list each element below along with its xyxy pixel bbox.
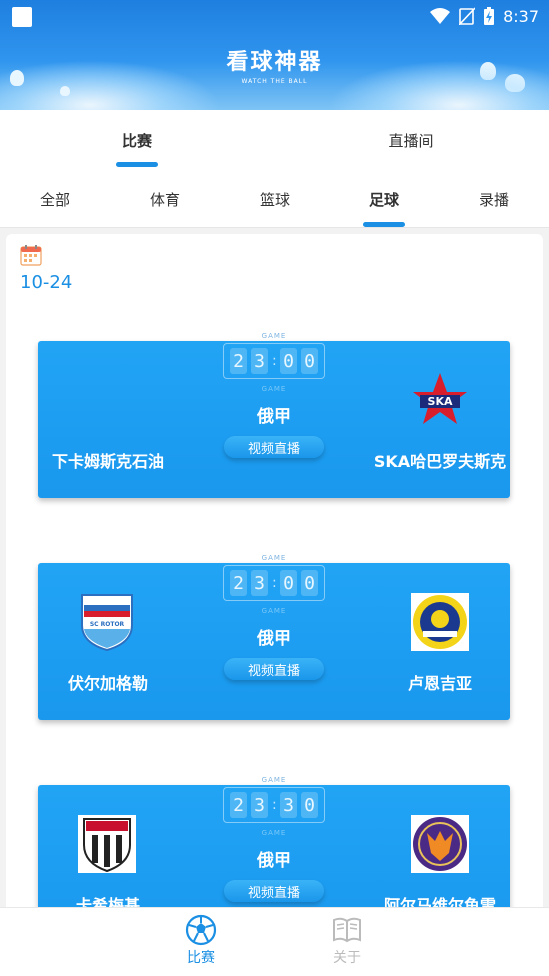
active-tab-indicator	[116, 162, 158, 167]
app-subtitle: WATCH THE BALL	[241, 78, 308, 85]
nav-item-about[interactable]: 关于	[317, 914, 377, 967]
away-team-logo: SKA	[413, 373, 467, 424]
away-team-name: SKA哈巴罗夫斯克	[373, 452, 507, 471]
away-team-logo	[411, 593, 469, 651]
calendar-icon	[20, 245, 42, 266]
category-tab-replay[interactable]: 录播	[454, 189, 534, 210]
soccer-ball-icon	[185, 914, 217, 946]
status-time: 8:37	[503, 6, 539, 26]
home-team-name: 下卡姆斯克石油	[51, 452, 164, 471]
time-digit: 0	[301, 570, 318, 596]
time-separator: :	[272, 575, 277, 591]
category-tab-bar: 全部 体育 篮球 足球 录播	[0, 172, 549, 228]
time-digit: 0	[301, 792, 318, 818]
tab-live-room[interactable]: 直播间	[341, 130, 481, 151]
category-tab-basketball[interactable]: 篮球	[235, 189, 315, 210]
app-header: 8:37 看球神器 WATCH THE BALL	[0, 0, 549, 110]
home-team-logo	[78, 815, 136, 873]
away-team-logo	[411, 815, 469, 873]
match-card[interactable]: GAME 2 3 : 0 0 GAME 俄甲 视频直播 下卡姆斯克石油 SKA哈…	[38, 332, 510, 498]
watch-live-button[interactable]: 视频直播	[224, 658, 324, 680]
game-label: GAME	[261, 332, 287, 340]
category-tab-all[interactable]: 全部	[15, 189, 95, 210]
battery-charging-icon	[484, 7, 495, 25]
top-tab-bar: 比赛 直播间	[0, 110, 549, 172]
away-logo-text: SKA	[428, 395, 453, 408]
match-time: 2 3 : 0 0	[223, 343, 325, 379]
game-label: GAME	[261, 554, 287, 562]
time-digit: 0	[301, 348, 318, 374]
game-label: GAME	[261, 776, 287, 784]
bottom-nav: 比赛 关于	[0, 907, 549, 976]
nav-item-matches[interactable]: 比赛	[171, 914, 231, 967]
nav-label-about: 关于	[333, 950, 361, 966]
time-separator: :	[272, 797, 277, 813]
time-digit: 3	[251, 792, 268, 818]
away-team-name: 卢恩吉亚	[407, 674, 472, 693]
time-digit: 0	[280, 570, 297, 596]
active-category-indicator	[363, 222, 405, 227]
time-digit: 3	[251, 570, 268, 596]
notification-icon	[12, 7, 32, 27]
status-bar: 8:37	[0, 0, 549, 32]
tab-matches[interactable]: 比赛	[67, 130, 207, 151]
match-time: 2 3 : 3 0	[223, 787, 325, 823]
book-icon	[333, 917, 361, 943]
app-title: 看球神器	[226, 50, 323, 75]
nav-label-matches: 比赛	[187, 950, 215, 966]
watch-live-button[interactable]: 视频直播	[224, 880, 324, 902]
match-card[interactable]: GAME 2 3 : 0 0 GAME 俄甲 视频直播 伏尔加格勒 卢恩吉亚 S…	[38, 554, 510, 720]
match-list[interactable]: 10-24 GAME 2 3 : 0 0 GAME 俄甲 视频直播 下卡姆斯克石…	[6, 234, 543, 914]
time-digit: 2	[230, 792, 247, 818]
home-logo-text: SC ROTOR	[90, 621, 125, 628]
time-digit: 3	[280, 792, 297, 818]
decor-mushroom	[60, 86, 70, 96]
time-digit: 0	[280, 348, 297, 374]
decor-mushroom	[505, 74, 525, 92]
home-team-name: 伏尔加格勒	[67, 674, 148, 693]
time-separator: :	[272, 353, 277, 369]
home-team-logo: SC ROTOR	[81, 594, 133, 651]
match-card[interactable]: GAME 2 3 : 3 0 GAME 俄甲 视频直播 卡希梅基 阿尔马维尔鱼雷	[38, 776, 510, 914]
category-tab-sports[interactable]: 体育	[125, 189, 205, 210]
time-digit: 2	[230, 348, 247, 374]
category-tab-football[interactable]: 足球	[344, 189, 424, 210]
decor-mushroom	[480, 62, 496, 80]
wifi-icon	[430, 8, 451, 24]
no-signal-icon	[459, 7, 476, 25]
match-date: 10-24	[20, 272, 73, 293]
match-time: 2 3 : 0 0	[223, 565, 325, 601]
watch-live-button[interactable]: 视频直播	[224, 436, 324, 458]
time-digit: 2	[230, 570, 247, 596]
time-digit: 3	[251, 348, 268, 374]
